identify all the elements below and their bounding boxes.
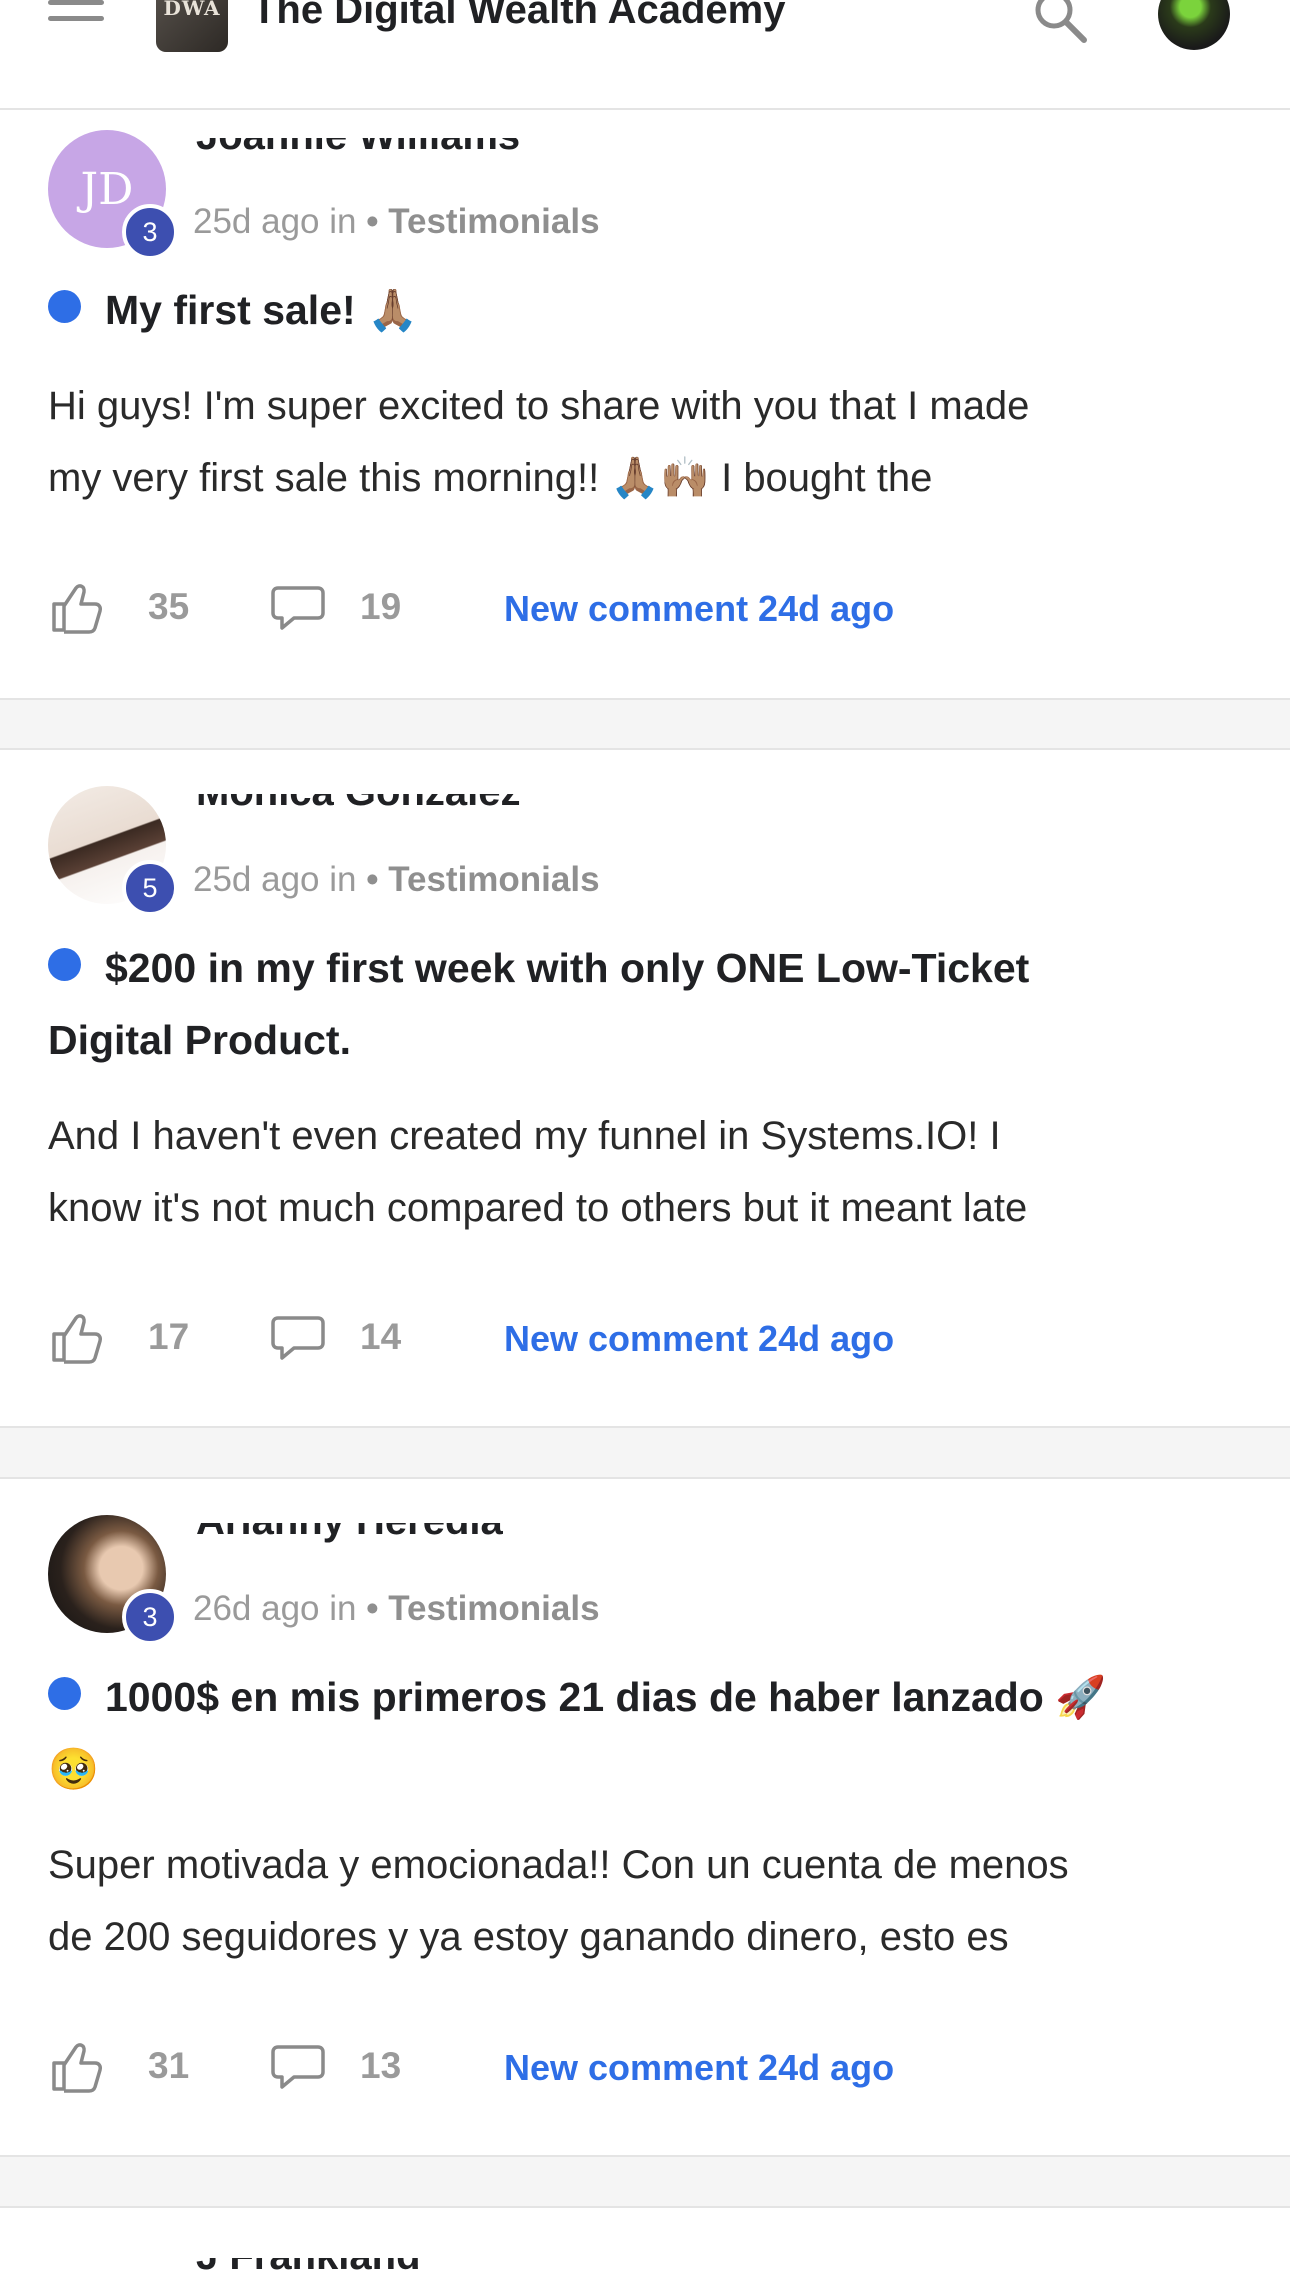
user-avatar[interactable] [1158,0,1230,50]
unread-dot [48,948,81,981]
post-time: 25d ago in [193,202,357,241]
unread-dot [48,1677,81,1710]
author-avatar[interactable]: 3 [48,1515,178,1645]
like-count: 35 [148,586,190,627]
search-icon[interactable] [1030,0,1090,46]
post-time: 25d ago in [193,860,357,899]
category-link[interactable]: • Testimonials [366,1589,599,1628]
author-name[interactable]: Monica Gonzalez [196,794,521,818]
author-name[interactable]: Arianny Heredia [196,1523,503,1547]
author-name[interactable]: J Frankland [196,2258,421,2282]
author-name[interactable]: Joannie Williams [196,138,520,162]
thumbs-up-icon[interactable] [48,2039,104,2095]
post-actions: 35 19 New comment 24d ago [48,580,1248,640]
post-meta: 25d ago in • Testimonials [193,860,600,900]
feed-divider [0,1428,1290,1477]
new-comment-link[interactable]: New comment 24d ago [504,2047,894,2089]
like-count: 17 [148,1316,190,1357]
new-comment-link[interactable]: New comment 24d ago [504,588,894,630]
level-badge: 5 [122,860,178,916]
new-comment-link[interactable]: New comment 24d ago [504,1318,894,1360]
author-avatar[interactable]: 5 [48,786,178,916]
level-badge: 3 [122,1589,178,1645]
comment-count: 19 [360,586,402,627]
logo-text: DWA [163,0,221,20]
top-header: DWA The Digital Wealth Academy [0,0,1290,110]
post-title[interactable]: My first sale! 🙏🏽 [48,274,1260,346]
unread-dot [48,290,81,323]
hamburger-menu-icon[interactable] [48,0,106,40]
community-title[interactable]: The Digital Wealth Academy [252,0,785,33]
level-badge: 3 [122,204,178,260]
post-body[interactable]: Hi guys! I'm super excited to share with… [48,370,1270,514]
post-card[interactable]: 5 Monica Gonzalez 25d ago in • Testimoni… [0,748,1290,1428]
comment-icon[interactable] [270,1314,326,1362]
feed-divider [0,2157,1290,2206]
thumbs-up-icon[interactable] [48,580,104,636]
post-card[interactable]: J Frankland [0,2206,1290,2293]
like-count: 31 [148,2045,190,2086]
comment-count: 14 [360,1316,402,1357]
post-actions: 17 14 New comment 24d ago [48,1310,1248,1370]
feed-divider [0,700,1290,748]
post-card[interactable]: 3 Arianny Heredia 26d ago in • Testimoni… [0,1477,1290,2157]
thumbs-up-icon[interactable] [48,1310,104,1366]
post-meta: 25d ago in • Testimonials [193,202,600,242]
author-avatar[interactable]: JD 3 [48,130,178,260]
post-title[interactable]: 1000$ en mis primeros 21 dias de haber l… [48,1661,1260,1805]
category-link[interactable]: • Testimonials [366,202,599,241]
post-meta: 26d ago in • Testimonials [193,1589,600,1629]
comment-count: 13 [360,2045,402,2086]
comment-icon[interactable] [270,2043,326,2091]
category-link[interactable]: • Testimonials [366,860,599,899]
comment-icon[interactable] [270,584,326,632]
post-time: 26d ago in [193,1589,357,1628]
post-card[interactable]: JD 3 Joannie Williams 25d ago in • Testi… [0,110,1290,700]
post-body[interactable]: Super motivada y emocionada!! Con un cue… [48,1829,1270,1973]
post-actions: 31 13 New comment 24d ago [48,2039,1248,2099]
community-logo[interactable]: DWA [156,0,228,52]
post-title[interactable]: $200 in my first week with only ONE Low-… [48,932,1260,1076]
post-body[interactable]: And I haven't even created my funnel in … [48,1100,1270,1244]
